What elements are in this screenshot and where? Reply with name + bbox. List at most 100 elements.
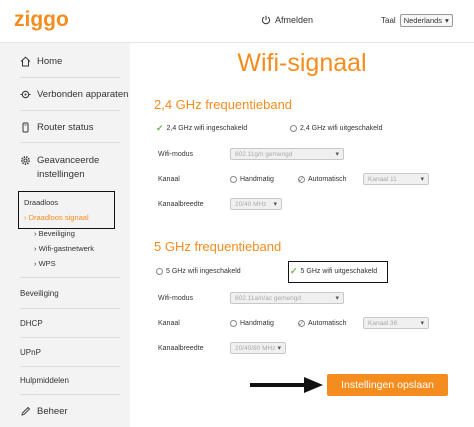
divider xyxy=(20,394,120,395)
sidebar-item-label: Beheer xyxy=(37,406,68,417)
divider xyxy=(20,308,120,309)
radio-circle xyxy=(156,268,163,275)
language-selector: Taal Nederlands ▾ xyxy=(381,14,453,27)
bandwidth-label: Kanaalbreedte xyxy=(158,201,204,208)
power-icon xyxy=(261,15,271,25)
language-value: Nederlands xyxy=(403,16,443,25)
bandwidth-select-5ghz[interactable]: 20/40/80 MHz ▾ xyxy=(230,342,286,354)
divider xyxy=(20,77,120,78)
sidebar-item-manage[interactable]: Beheer xyxy=(20,406,68,417)
chevron-down-icon: ▾ xyxy=(420,320,424,327)
header: ziggo Afmelden Taal Nederlands ▾ xyxy=(0,0,474,43)
radio-circle: ✓ xyxy=(298,175,305,184)
sidebar-item-label: WPS xyxy=(38,259,56,268)
channel-select-24ghz[interactable]: Kanaal 11 ▾ xyxy=(363,173,429,185)
select-value: 20/40/80 MHz xyxy=(235,344,276,352)
sidebar-item-dhcp[interactable]: DHCP xyxy=(20,319,43,328)
arrow-icon xyxy=(250,377,323,393)
language-select[interactable]: Nederlands ▾ xyxy=(399,14,453,27)
sidebar-item-label: Verbonden apparaten xyxy=(37,89,129,100)
channel-label: Kanaal xyxy=(158,176,180,183)
radio-5ghz-auto[interactable]: ✓ Automatisch xyxy=(298,319,347,328)
select-value: 802.11a/n/ac gemengd xyxy=(235,294,302,302)
sidebar-item-label: Router status xyxy=(37,122,94,133)
bandwidth-select-24ghz[interactable]: 20/40 MHz ▾ xyxy=(230,198,282,210)
section-title-24ghz: 2,4 GHz frequentieband xyxy=(154,97,293,112)
save-settings-button[interactable]: Instellingen opslaan xyxy=(327,374,448,396)
chevron-right-icon: › xyxy=(34,229,37,238)
radio-circle: ✓ xyxy=(298,319,305,328)
main-content: Wifi-signaal 2,4 GHz frequentieband ✓ 2,… xyxy=(130,43,474,427)
home-icon xyxy=(20,56,31,67)
sidebar-item-home[interactable]: Home xyxy=(20,56,62,67)
radio-label: 5 GHz wifi ingeschakeld xyxy=(166,268,241,275)
radio-5ghz-on[interactable]: 5 GHz wifi ingeschakeld xyxy=(156,268,241,275)
chevron-down-icon: ▾ xyxy=(335,295,339,302)
radio-label: Automatisch xyxy=(308,320,347,327)
radio-24ghz-on[interactable]: ✓ 2,4 GHz wifi ingeschakeld xyxy=(156,123,248,133)
divider xyxy=(20,277,120,278)
sidebar-item-label: Home xyxy=(37,56,63,67)
chevron-right-icon: › xyxy=(34,259,37,268)
language-label: Taal xyxy=(381,16,396,25)
wifi-mode-label: Wifi-modus xyxy=(158,295,194,302)
sidebar-item-router-status[interactable]: Router status xyxy=(20,122,94,133)
divider xyxy=(20,142,120,143)
router-icon xyxy=(22,122,29,133)
sidebar-item-label: Beveiliging xyxy=(38,229,75,238)
chevron-down-icon: ▾ xyxy=(420,176,424,183)
chevron-down-icon: ▾ xyxy=(445,16,449,25)
bandwidth-label: Kanaalbreedte xyxy=(158,345,204,352)
select-value: 802.11g/n gemengd xyxy=(235,150,293,158)
select-value: Kanaal 11 xyxy=(368,175,397,183)
gear-icon xyxy=(21,156,30,165)
channel-label: Kanaal xyxy=(158,320,180,327)
sidebar-item-advanced[interactable]: Geavanceerde instellingen xyxy=(20,154,99,182)
pencil-icon xyxy=(21,406,31,416)
radio-circle xyxy=(290,125,297,132)
logout-label: Afmelden xyxy=(275,15,314,25)
sidebar-item-upnp[interactable]: UPnP xyxy=(20,348,41,357)
radio-24ghz-manual[interactable]: Handmatig xyxy=(230,176,274,183)
annotation-box xyxy=(18,191,115,229)
sidebar-subitem-guest-network[interactable]: › Wifi-gastnetwerk xyxy=(34,244,94,253)
wifi-mode-select-24ghz[interactable]: 802.11g/n gemengd ▾ xyxy=(230,148,344,160)
sidebar-item-label: instellingen xyxy=(37,169,85,180)
sidebar-item-connected-devices[interactable]: Verbonden apparaten xyxy=(20,89,128,100)
devices-icon xyxy=(20,90,31,99)
sidebar-subitem-wps[interactable]: › WPS xyxy=(34,259,56,268)
sidebar: Home Verbonden apparaten Router status G… xyxy=(0,43,130,427)
select-value: 20/40 MHz xyxy=(235,200,267,208)
divider xyxy=(20,337,120,338)
sidebar-item-tools[interactable]: Hulpmiddelen xyxy=(20,376,69,385)
sidebar-item-advanced-text: Geavanceerde instellingen xyxy=(37,154,99,182)
sidebar-subitem-security[interactable]: › Beveiliging xyxy=(34,229,75,238)
page-title: Wifi-signaal xyxy=(237,49,367,77)
sidebar-item-label: Geavanceerde xyxy=(37,155,100,166)
check-icon: ✓ xyxy=(156,123,164,133)
sidebar-item-label: Wifi-gastnetwerk xyxy=(38,244,95,253)
radio-24ghz-off[interactable]: 2,4 GHz wifi uitgeschakeld xyxy=(290,125,382,132)
section-title-5ghz: 5 GHz frequentieband xyxy=(154,239,282,254)
radio-circle xyxy=(230,176,237,183)
radio-label: Handmatig xyxy=(240,320,274,327)
wifi-mode-select-5ghz[interactable]: 802.11a/n/ac gemengd ▾ xyxy=(230,292,344,304)
divider xyxy=(20,366,120,367)
annotation-box xyxy=(288,261,388,283)
radio-circle xyxy=(230,320,237,327)
sidebar-item-security[interactable]: Beveiliging xyxy=(20,289,59,298)
radio-label: Handmatig xyxy=(240,176,274,183)
chevron-down-icon: ▾ xyxy=(277,345,281,352)
chevron-right-icon: › xyxy=(34,244,37,253)
radio-label: 2,4 GHz wifi uitgeschakeld xyxy=(300,125,383,132)
ziggo-logo: ziggo xyxy=(14,8,69,31)
radio-24ghz-auto[interactable]: ✓ Automatisch xyxy=(298,175,347,184)
radio-5ghz-manual[interactable]: Handmatig xyxy=(230,320,274,327)
chevron-down-icon: ▾ xyxy=(335,151,339,158)
radio-label: Automatisch xyxy=(308,176,347,183)
select-value: Kanaal 36 xyxy=(368,319,398,327)
radio-label: 2,4 GHz wifi ingeschakeld xyxy=(166,125,248,132)
channel-select-5ghz[interactable]: Kanaal 36 ▾ xyxy=(363,317,429,329)
divider xyxy=(20,110,120,111)
logout-button[interactable]: Afmelden xyxy=(261,15,313,25)
